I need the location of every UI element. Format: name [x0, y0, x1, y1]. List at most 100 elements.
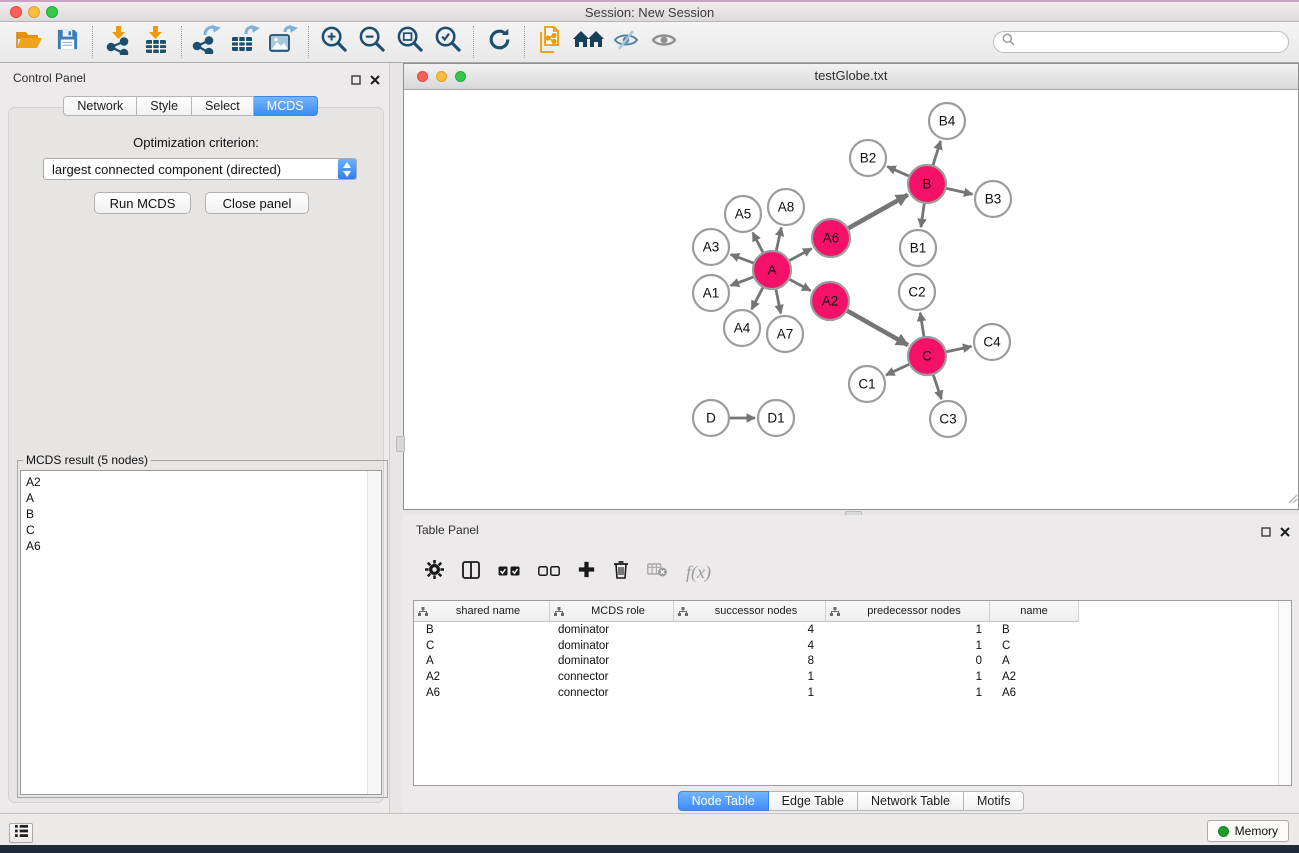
table-cell[interactable]: B [414, 624, 550, 636]
column-header-predecessor-nodes[interactable]: predecessor nodes [826, 601, 990, 622]
table-row-a2[interactable]: A2connector11A2 [414, 669, 1291, 685]
table-row-b[interactable]: Bdominator41B [414, 622, 1291, 638]
table-tab-motifs[interactable]: Motifs [964, 791, 1024, 811]
table-cell[interactable]: A2 [414, 671, 550, 683]
export-network-button[interactable] [188, 24, 226, 60]
search-input[interactable] [1020, 34, 1280, 51]
graph-node-B2[interactable]: B2 [850, 140, 886, 176]
function-builder-button[interactable]: f(x) [686, 562, 711, 583]
close-panel-button[interactable]: Close panel [205, 192, 309, 214]
table-row-c[interactable]: Cdominator41C [414, 638, 1291, 654]
criterion-dropdown[interactable]: largest connected component (directed) [43, 158, 357, 180]
memory-button[interactable]: Memory [1207, 820, 1289, 842]
graph-node-D1[interactable]: D1 [758, 400, 794, 436]
graph-node-C[interactable]: C [908, 337, 946, 375]
open-file-button[interactable] [10, 24, 48, 60]
table-cell[interactable]: C [990, 640, 1079, 652]
close-panel-icon[interactable] [370, 72, 380, 90]
graph-node-A4[interactable]: A4 [724, 310, 760, 346]
export-table-button[interactable] [226, 24, 264, 60]
run-mcds-button[interactable]: Run MCDS [94, 192, 191, 214]
network-window-titlebar[interactable]: testGlobe.txt [404, 64, 1298, 90]
import-table-button[interactable] [137, 24, 175, 60]
zoom-in-button[interactable] [315, 24, 353, 60]
zoom-fit-button[interactable] [391, 24, 429, 60]
table-cell[interactable]: A [990, 655, 1079, 667]
table-cell[interactable]: 4 [674, 640, 826, 652]
table-tab-edge-table[interactable]: Edge Table [769, 791, 858, 811]
duplicate-network-button[interactable] [531, 24, 569, 60]
network-overview-button[interactable] [569, 24, 607, 60]
table-cell[interactable]: 8 [674, 655, 826, 667]
table-cell[interactable]: 1 [674, 687, 826, 699]
close-panel-icon[interactable] [1280, 524, 1290, 542]
graph-node-C1[interactable]: C1 [849, 366, 885, 402]
delete-column-button[interactable] [613, 560, 629, 584]
column-header-mcds-role[interactable]: MCDS role [550, 601, 674, 622]
graph-node-D[interactable]: D [693, 400, 729, 436]
deselect-all-button[interactable] [538, 563, 560, 581]
table-cell[interactable]: dominator [550, 655, 674, 667]
zoom-out-button[interactable] [353, 24, 391, 60]
control-tab-network[interactable]: Network [63, 96, 137, 116]
graph-node-B1[interactable]: B1 [900, 230, 936, 266]
window-resize-grip[interactable] [1286, 491, 1298, 509]
table-cell[interactable]: dominator [550, 624, 674, 636]
show-panels-button[interactable] [645, 24, 683, 60]
graph-node-A2[interactable]: A2 [811, 282, 849, 320]
graph-node-A5[interactable]: A5 [725, 196, 761, 232]
mcds-list-scrollbar[interactable] [367, 471, 381, 794]
column-header-name[interactable]: name [990, 601, 1079, 622]
table-tab-node-table[interactable]: Node Table [678, 791, 769, 811]
graph-node-A8[interactable]: A8 [768, 189, 804, 225]
control-tab-select[interactable]: Select [192, 96, 254, 116]
zoom-selected-button[interactable] [429, 24, 467, 60]
table-cell[interactable]: dominator [550, 640, 674, 652]
column-header-successor-nodes[interactable]: successor nodes [674, 601, 826, 622]
graph-node-A3[interactable]: A3 [693, 229, 729, 265]
graph-node-A7[interactable]: A7 [767, 316, 803, 352]
graph-node-C4[interactable]: C4 [974, 324, 1010, 360]
mcds-result-item[interactable]: A [26, 490, 367, 506]
table-settings-button[interactable] [425, 560, 444, 584]
mcds-result-item[interactable]: B [26, 506, 367, 522]
table-cell[interactable]: A [414, 655, 550, 667]
add-column-button[interactable] [578, 561, 595, 583]
table-scrollbar[interactable] [1278, 601, 1291, 785]
import-network-button[interactable] [99, 24, 137, 60]
float-panel-icon[interactable] [351, 72, 361, 90]
table-cell[interactable]: 1 [826, 687, 990, 699]
table-cell[interactable]: 0 [826, 655, 990, 667]
control-tab-style[interactable]: Style [137, 96, 192, 116]
graph-node-A1[interactable]: A1 [693, 275, 729, 311]
table-cell[interactable]: connector [550, 687, 674, 699]
graph-node-C3[interactable]: C3 [930, 401, 966, 437]
graph-node-A[interactable]: A [753, 251, 791, 289]
select-all-button[interactable] [498, 563, 520, 581]
table-cell[interactable]: 1 [826, 671, 990, 683]
table-cell[interactable]: connector [550, 671, 674, 683]
table-cell[interactable]: A6 [414, 687, 550, 699]
refresh-button[interactable] [480, 24, 518, 60]
hide-panels-button[interactable] [607, 24, 645, 60]
graph-node-A6[interactable]: A6 [812, 219, 850, 257]
task-history-button[interactable] [9, 823, 33, 843]
mcds-result-item[interactable]: A6 [26, 538, 367, 554]
graph-node-B3[interactable]: B3 [975, 181, 1011, 217]
table-row-a[interactable]: Adominator80A [414, 654, 1291, 670]
save-session-button[interactable] [48, 24, 86, 60]
table-cell[interactable]: 1 [826, 640, 990, 652]
table-cell[interactable]: A6 [990, 687, 1079, 699]
control-tab-mcds[interactable]: MCDS [254, 96, 318, 116]
table-cell[interactable]: 1 [674, 671, 826, 683]
mcds-result-item[interactable]: A2 [26, 474, 367, 490]
table-cell[interactable]: B [990, 624, 1079, 636]
network-canvas[interactable]: B4B2BB3A8A5A6A3B1AC2A1A2A4A7C4CC1DD1C3 [404, 89, 1298, 509]
table-cell[interactable]: 1 [826, 624, 990, 636]
table-cell[interactable]: 4 [674, 624, 826, 636]
export-image-button[interactable] [264, 24, 302, 60]
column-visibility-button[interactable] [462, 561, 480, 584]
graph-node-B4[interactable]: B4 [929, 103, 965, 139]
float-panel-icon[interactable] [1261, 524, 1271, 542]
mcds-result-item[interactable]: C [26, 522, 367, 538]
